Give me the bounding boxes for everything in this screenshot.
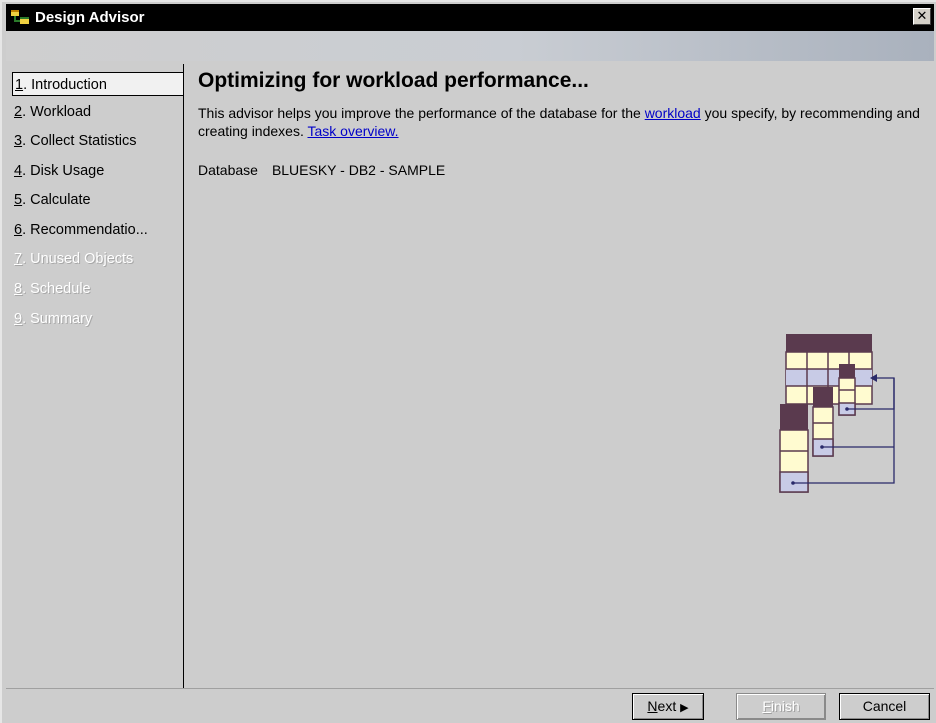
- step-mnemonic: 1: [15, 77, 24, 93]
- window-title: Design Advisor: [35, 9, 145, 26]
- next-label: ext: [657, 698, 677, 714]
- step-schedule: 8. Schedule: [14, 277, 182, 301]
- step-label: . Summary: [22, 311, 93, 327]
- step-mnemonic: 5: [14, 192, 23, 208]
- intro-description: This advisor helps you improve the perfo…: [198, 104, 926, 140]
- step-unused-objects: 7. Unused Objects: [14, 247, 182, 271]
- step-label: . Introduction: [23, 77, 107, 93]
- step-mnemonic: 8: [14, 281, 23, 297]
- database-info: Database BLUESKY - DB2 - SAMPLE: [198, 162, 445, 178]
- database-label: Database: [198, 162, 258, 178]
- next-mnemonic: N: [647, 698, 658, 714]
- step-summary: 9. Summary: [14, 307, 182, 331]
- table-index-illustration: [778, 332, 902, 500]
- finish-label: inish: [770, 698, 800, 714]
- next-button[interactable]: Next ▶: [632, 693, 704, 720]
- step-label: . Unused Objects: [22, 251, 134, 267]
- step-disk-usage[interactable]: 4. Disk Usage: [14, 159, 182, 183]
- step-label: . Collect Statistics: [22, 133, 137, 149]
- step-label: . Calculate: [22, 192, 91, 208]
- step-mnemonic: 2: [14, 104, 23, 120]
- finish-mnemonic: F: [762, 698, 771, 714]
- main-panel: Optimizing for workload performance... T…: [184, 64, 936, 688]
- page-title: Optimizing for workload performance...: [198, 69, 589, 92]
- step-mnemonic: 6: [14, 222, 23, 238]
- step-mnemonic: 9: [14, 311, 23, 327]
- button-bar: Next ▶ Finish Cancel: [6, 688, 934, 723]
- step-calculate[interactable]: 5. Calculate: [14, 188, 182, 212]
- step-recommendations[interactable]: 6. Recommendatio...: [14, 218, 182, 242]
- step-mnemonic: 7: [14, 251, 23, 267]
- desc-text-1: This advisor helps you improve the perfo…: [198, 105, 645, 121]
- header-band: [6, 31, 934, 61]
- step-introduction[interactable]: 1. Introduction: [12, 72, 184, 96]
- design-advisor-app-icon: [10, 8, 32, 28]
- step-label: . Schedule: [22, 281, 91, 297]
- database-value: BLUESKY - DB2 - SAMPLE: [271, 162, 446, 178]
- step-collect-statistics[interactable]: 3. Collect Statistics: [14, 129, 182, 153]
- step-label: . Workload: [22, 104, 92, 120]
- step-mnemonic: 4: [14, 163, 23, 179]
- step-workload[interactable]: 2. Workload: [14, 100, 182, 124]
- step-label: . Disk Usage: [22, 163, 105, 179]
- step-label: . Recommendatio...: [22, 222, 148, 238]
- arrow-right-icon: ▶: [680, 702, 689, 714]
- step-mnemonic: 3: [14, 133, 23, 149]
- title-bar[interactable]: Design Advisor ✕: [6, 4, 934, 31]
- cancel-button[interactable]: Cancel: [839, 693, 930, 720]
- finish-button: Finish: [736, 693, 826, 720]
- design-advisor-window: Design Advisor ✕ 1. Introduction 2. Work…: [0, 0, 936, 723]
- workload-link[interactable]: workload: [645, 105, 701, 121]
- wizard-step-nav: 1. Introduction 2. Workload 3. Collect S…: [8, 64, 184, 688]
- close-icon[interactable]: ✕: [913, 8, 931, 25]
- task-overview-link[interactable]: Task overview.: [307, 123, 398, 139]
